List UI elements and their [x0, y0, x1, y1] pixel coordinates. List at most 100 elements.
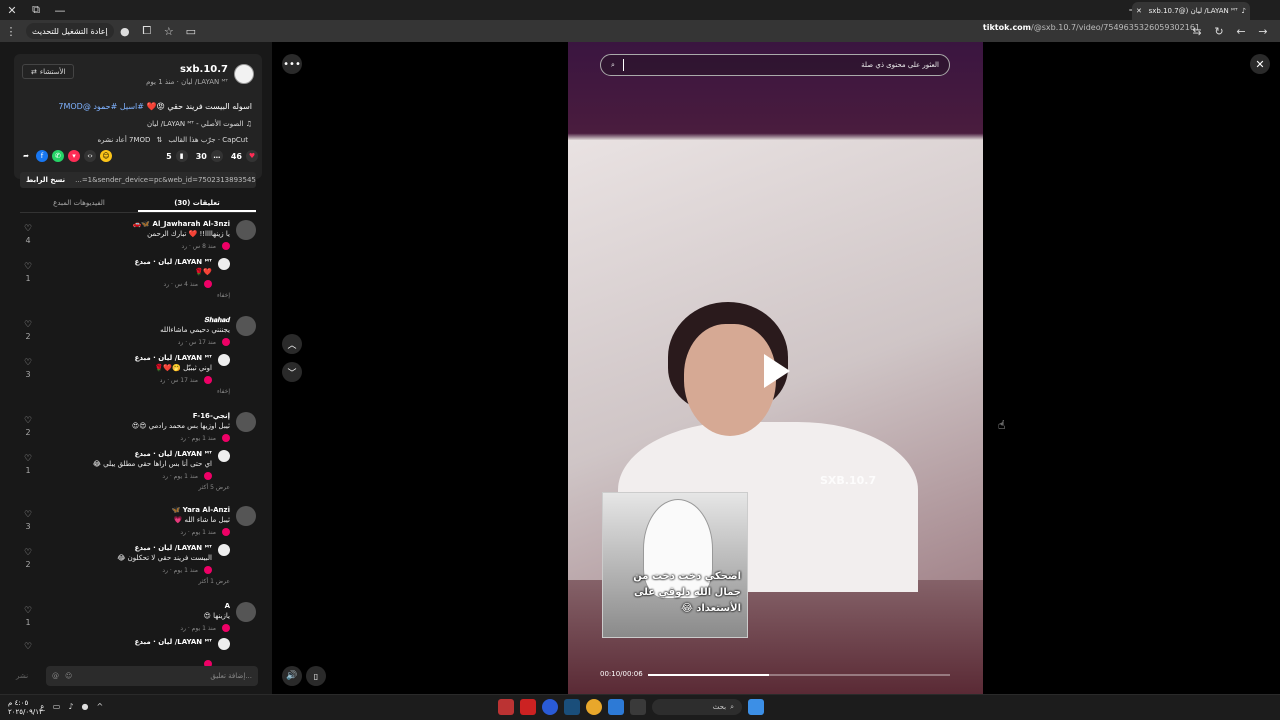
whatsapp-icon[interactable]: ✆ — [52, 150, 64, 162]
edge-icon[interactable] — [542, 699, 558, 715]
forward-icon[interactable]: → — [1252, 20, 1274, 42]
language-icon[interactable]: ع — [40, 702, 45, 711]
related-search-bar[interactable]: ⌕ العثور على محتوى ذي صلة — [600, 54, 950, 76]
back-icon[interactable]: ← — [1230, 20, 1252, 42]
comment-like-button[interactable]: ♡ 1 — [22, 606, 34, 627]
browser-tab[interactable]: ✕ LAYAN ᴹᵀ/ ليان (@sxb.10.7 ♪ — [1132, 2, 1250, 20]
explorer-icon[interactable] — [608, 699, 624, 715]
play-icon[interactable] — [764, 354, 790, 388]
speaker-icon[interactable]: ♪ — [68, 702, 73, 711]
post-comment-button[interactable]: نشر — [16, 672, 28, 680]
commenter-name[interactable]: Al_Jawharah Al-3nzi 🦋🚗 — [133, 220, 230, 228]
toggle-replies-button[interactable]: عرض 1 أكثر — [199, 578, 230, 585]
commenter-name[interactable]: 𝑺𝒉𝒂𝒉𝒂𝒅 — [205, 316, 231, 325]
commenter-avatar[interactable] — [218, 354, 230, 366]
commenter-name[interactable]: LAYAN ᴹᵀ/ ليان · مبدع — [135, 638, 212, 646]
commenter-name[interactable]: A — [225, 602, 230, 610]
comment-like-button[interactable]: ♡ 3 — [22, 358, 34, 379]
site-settings-icon[interactable]: ⇆ — [1186, 20, 1208, 42]
commenter-name[interactable]: LAYAN ᴹᵀ/ ليان · مبدع — [135, 258, 212, 266]
commenter-avatar[interactable] — [236, 412, 256, 432]
bookmark-star-icon[interactable]: ☆ — [158, 20, 180, 42]
commenter-avatar[interactable] — [218, 544, 230, 556]
commenter-name[interactable]: إنجي-F-16 — [193, 412, 230, 420]
video-link[interactable]: ...=1&sender_device=pc&web_id=7502313893… — [71, 176, 256, 184]
creator-username[interactable]: sxb.10.7 — [180, 64, 228, 75]
likes-count[interactable]: 46 ♥ — [231, 150, 258, 162]
comment-like-button[interactable]: ♡ 3 — [22, 510, 34, 531]
repost-share-icon[interactable]: ▾ — [68, 150, 80, 162]
commenter-avatar[interactable] — [236, 220, 256, 240]
send-to-friend-icon[interactable]: ☺ — [100, 150, 112, 162]
commenter-avatar[interactable] — [218, 638, 230, 650]
commenter-name[interactable]: LAYAN ᴹᵀ/ ليان · مبدع — [135, 450, 212, 458]
next-video-button[interactable]: ﹀ — [282, 362, 302, 382]
profile-icon[interactable]: ● — [114, 20, 136, 42]
commenter-avatar[interactable] — [236, 602, 256, 622]
saves-count[interactable]: 5 ▮ — [166, 150, 188, 162]
comment-like-button[interactable]: ♡ 1 — [22, 454, 34, 475]
reload-icon[interactable]: ↻ — [1208, 20, 1230, 42]
commenter-name[interactable]: Yara Al-Anzi 🦋 — [171, 506, 230, 514]
toggle-replies-button[interactable]: إخفاء — [217, 292, 230, 299]
progress-bar[interactable] — [648, 674, 950, 676]
mic-icon[interactable]: ● — [81, 702, 88, 711]
tab-title: LAYAN ᴹᵀ/ ليان (@sxb.10.7 — [1148, 7, 1238, 15]
capcut-label[interactable]: CapCut · جرّب هذا القالب — [168, 136, 248, 144]
volume-button[interactable]: 🔊 — [282, 666, 302, 686]
commenter-avatar[interactable] — [236, 506, 256, 526]
taskbar-clock[interactable]: ٤:٠٥ م ٢٠٢٥/٠٩/١٣ — [8, 699, 43, 717]
comment-like-button[interactable]: ♡ 2 — [22, 548, 34, 569]
creator-avatar[interactable] — [234, 64, 254, 84]
comment-like-button[interactable]: ♡ 2 — [22, 416, 34, 437]
mention-icon[interactable]: @ — [52, 672, 59, 680]
facebook-icon[interactable]: f — [36, 150, 48, 162]
copy-link-button[interactable]: نسخ الرابط — [20, 176, 71, 184]
tab-comments[interactable]: تعليقات (30) — [138, 195, 256, 212]
steam-icon[interactable] — [564, 699, 580, 715]
comment-input[interactable]: @ ☺ إضافة تعليق... — [46, 666, 258, 686]
commenter-name[interactable]: LAYAN ᴹᵀ/ ليان · مبدع — [135, 354, 212, 362]
address-bar[interactable]: tiktok.com/@sxb.10.7/video/7549635326059… — [983, 23, 1200, 32]
maximize-window-icon[interactable]: ⧉ — [24, 0, 48, 20]
capcut-row[interactable]: CapCut · جرّب هذا القالب ⇅ 7MOD أعاد نشر… — [97, 136, 248, 144]
emoji-icon[interactable]: ☺ — [65, 672, 72, 680]
sound-link[interactable]: ♫ الصوت الأصلي - LAYAN ᴹᵀ/ ليان — [147, 120, 252, 128]
caption-tags[interactable]: #اسيل #حمود @7MOD — [58, 102, 144, 111]
previous-video-button[interactable]: ︿ — [282, 334, 302, 354]
more-options-button[interactable]: ••• — [282, 54, 302, 74]
taskbar-search[interactable]: بحث ⌕ — [652, 699, 742, 715]
network-icon[interactable]: ▭ — [53, 702, 61, 711]
comment-like-button[interactable]: ♡ 1 — [22, 262, 34, 283]
cast-icon[interactable]: ▭ — [180, 20, 202, 42]
comment-like-button[interactable]: ♡ — [22, 642, 34, 654]
video-player[interactable]: ⌕ العثور على محتوى ذي صلة SXB.10.7 اضحكي… — [568, 42, 983, 694]
comments-count[interactable]: 30… — [196, 150, 223, 162]
news-app-icon[interactable] — [520, 699, 536, 715]
commenter-name[interactable]: LAYAN ᴹᵀ/ ليان · مبدع — [135, 544, 212, 552]
task-view-icon[interactable] — [630, 699, 646, 715]
commenter-avatar[interactable] — [236, 316, 256, 336]
share-arrow-icon[interactable]: ➦ — [20, 150, 32, 162]
commenter-avatar[interactable] — [218, 258, 230, 270]
app-icon-1[interactable] — [498, 699, 514, 715]
commenter-avatar[interactable] — [218, 450, 230, 462]
chevron-up-icon[interactable]: ^ — [96, 702, 103, 711]
comment-like-button[interactable]: ♡ 2 — [22, 320, 34, 341]
mini-player-button[interactable]: ▯ — [306, 666, 326, 686]
follow-button[interactable]: ⇄ الأستشاء — [22, 64, 75, 79]
extensions-icon[interactable]: ⧠ — [136, 20, 158, 42]
menu-icon[interactable]: ⋮ — [0, 20, 22, 42]
embed-code-icon[interactable]: ‹› — [84, 150, 96, 162]
comment-like-button[interactable]: ♡ 4 — [22, 224, 34, 245]
chrome-icon[interactable] — [586, 699, 602, 715]
restart-to-update-button[interactable]: إعادة التشغيل للتحديث — [26, 23, 114, 39]
minimize-window-icon[interactable]: — — [48, 0, 72, 20]
close-window-icon[interactable]: ✕ — [0, 0, 24, 20]
windows-start-icon[interactable] — [748, 699, 764, 715]
tab-creator-videos[interactable]: الفيديوهات المبدع — [20, 195, 138, 212]
toggle-replies-button[interactable]: عرض 5 أكثر — [199, 484, 230, 491]
tab-close-icon[interactable]: ✕ — [1136, 7, 1142, 15]
toggle-replies-button[interactable]: إخفاء — [217, 388, 230, 395]
close-video-button[interactable]: ✕ — [1250, 54, 1270, 74]
